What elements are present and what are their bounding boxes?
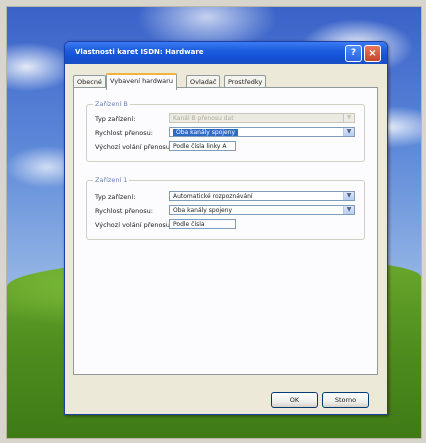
cancel-button[interactable]: Storno	[322, 392, 369, 408]
default-call-field[interactable]: Podle čísla	[169, 219, 236, 229]
title-bar[interactable]: Vlastnosti karet ISDN: Hardware ? ×	[65, 42, 387, 64]
help-button[interactable]: ?	[345, 45, 362, 62]
transfer-rate-select[interactable]: Oba kanály spojeny ▼	[169, 127, 355, 137]
group-device-b-title: Zařízení B	[93, 100, 130, 108]
help-icon: ?	[350, 48, 357, 58]
default-call-label: Výchozí volání přenosu:	[95, 221, 173, 229]
window-title: Vlastnosti karet ISDN: Hardware	[75, 48, 204, 56]
chevron-down-icon: ▼	[343, 114, 354, 122]
transfer-rate-select[interactable]: Oba kanály spojeny ▼	[169, 205, 355, 215]
transfer-rate-label: Rychlost přenosu:	[95, 129, 153, 137]
ok-button[interactable]: OK	[271, 392, 318, 408]
device-type-label: Typ zařízení:	[95, 193, 136, 201]
transfer-rate-value: Oba kanály spojeny	[173, 129, 239, 136]
device-type-select[interactable]: Kanál B přenosu dat ▼	[169, 113, 355, 123]
chevron-down-icon: ▼	[343, 128, 354, 136]
device-type-value: Kanál B přenosu dat	[173, 115, 234, 122]
properties-dialog: Vlastnosti karet ISDN: Hardware ? × Obec…	[64, 41, 388, 415]
chevron-down-icon: ▼	[343, 206, 354, 214]
group-device-1-title: Zařízení 1	[93, 176, 130, 184]
device-type-label: Typ zařízení:	[95, 115, 136, 123]
close-icon: ×	[368, 48, 377, 59]
photo-frame: Vlastnosti karet ISDN: Hardware ? × Obec…	[6, 6, 422, 439]
transfer-rate-label: Rychlost přenosu:	[95, 207, 153, 215]
default-call-field[interactable]: Podle čísla linky A	[169, 141, 236, 151]
default-call-label: Výchozí volání přenosu:	[95, 143, 173, 151]
chevron-down-icon: ▼	[343, 192, 354, 200]
group-device-b: Zařízení B Typ zařízení: Kanál B přenosu…	[86, 100, 365, 162]
close-button[interactable]: ×	[364, 45, 381, 62]
default-call-value: Podle čísla	[173, 221, 205, 228]
default-call-value: Podle čísla linky A	[173, 143, 227, 150]
group-device-1: Zařízení 1 Typ zařízení: Automatické roz…	[86, 176, 365, 240]
tab-panel: Zařízení B Typ zařízení: Kanál B přenosu…	[73, 87, 378, 375]
device-type-select[interactable]: Automatické rozpoznávání ▼	[169, 191, 355, 201]
device-type-value: Automatické rozpoznávání	[173, 193, 253, 200]
transfer-rate-value: Oba kanály spojeny	[173, 207, 233, 214]
tab-hardware[interactable]: Vybavení hardwaru	[106, 73, 177, 90]
